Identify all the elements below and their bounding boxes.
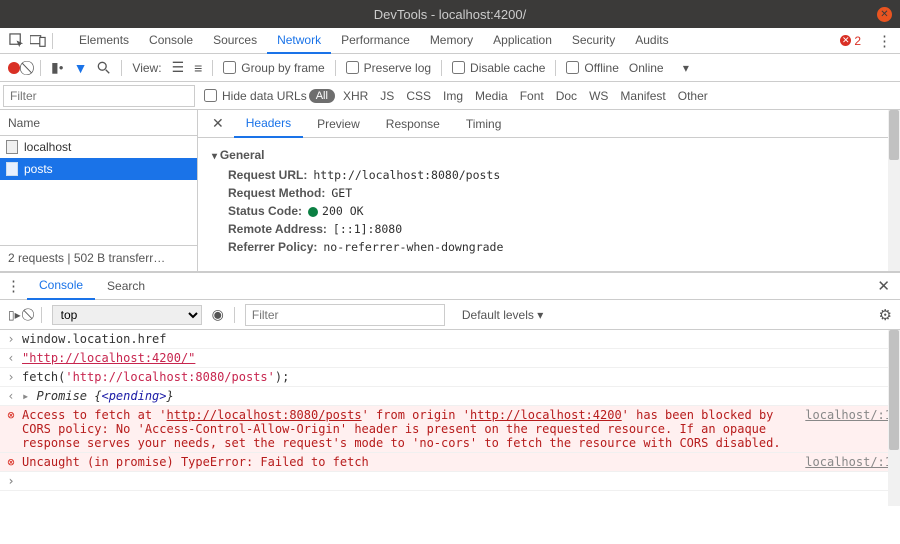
console-line[interactable]: ›window.location.href xyxy=(0,330,900,349)
group-by-frame-checkbox[interactable]: Group by frame xyxy=(223,61,324,75)
panel-tabs: Elements Console Sources Network Perform… xyxy=(69,28,679,54)
filter-ws[interactable]: WS xyxy=(583,89,614,103)
tab-timing[interactable]: Timing xyxy=(454,111,514,137)
tab-preview[interactable]: Preview xyxy=(305,111,372,137)
source-link[interactable]: localhost/:1 xyxy=(805,408,892,422)
drawer-close-icon[interactable]: ✕ xyxy=(873,277,894,295)
tab-headers[interactable]: Headers xyxy=(234,110,303,138)
tab-application[interactable]: Application xyxy=(483,28,562,54)
window-title: DevTools - localhost:4200/ xyxy=(0,7,900,22)
document-icon xyxy=(6,162,18,176)
view-large-icon[interactable]: ☰ xyxy=(172,59,185,76)
filter-font[interactable]: Font xyxy=(514,89,550,103)
filter-all[interactable]: All xyxy=(309,89,335,103)
request-detail: ✕ Headers Preview Response Timing Genera… xyxy=(198,110,900,271)
request-name: posts xyxy=(24,162,53,176)
status-code: Status Code:200 OK xyxy=(228,204,886,218)
source-link[interactable]: localhost/:1 xyxy=(805,455,892,469)
filter-xhr[interactable]: XHR xyxy=(337,89,374,103)
live-expression-icon[interactable]: ◉ xyxy=(212,306,224,323)
console-body: ›window.location.href ‹"http://localhost… xyxy=(0,330,900,506)
document-icon xyxy=(6,140,18,154)
window-close-button[interactable]: ✕ xyxy=(877,7,892,22)
offline-checkbox[interactable]: Offline xyxy=(566,61,618,75)
console-line[interactable]: ‹"http://localhost:4200/" xyxy=(0,349,900,368)
hide-data-urls-checkbox[interactable]: Hide data URLs xyxy=(204,89,307,103)
throttle-select[interactable]: Online ▾ xyxy=(629,61,689,75)
filter-toggle-icon[interactable]: ▼ xyxy=(74,60,88,76)
request-list: Name localhost posts 2 requests | 502 B … xyxy=(0,110,198,271)
filter-other[interactable]: Other xyxy=(672,89,714,103)
drawer-more-icon[interactable]: ⋮ xyxy=(6,277,21,295)
filter-img[interactable]: Img xyxy=(437,89,469,103)
more-menu-icon[interactable]: ⋮ xyxy=(877,32,892,50)
filter-media[interactable]: Media xyxy=(469,89,514,103)
search-icon[interactable] xyxy=(97,61,111,75)
request-row[interactable]: posts xyxy=(0,158,197,180)
tab-audits[interactable]: Audits xyxy=(625,28,678,54)
drawer-tabs: ⋮ Console Search ✕ xyxy=(0,272,900,300)
record-button[interactable] xyxy=(8,62,20,74)
view-small-icon[interactable]: ≡ xyxy=(194,60,202,76)
tab-memory[interactable]: Memory xyxy=(420,28,483,54)
view-label: View: xyxy=(132,61,161,75)
console-line[interactable]: ›fetch('http://localhost:8080/posts'); xyxy=(0,368,900,387)
tab-network[interactable]: Network xyxy=(267,28,331,54)
drawer-tab-search[interactable]: Search xyxy=(95,273,157,299)
main-toolbar: Elements Console Sources Network Perform… xyxy=(0,28,900,54)
remote-address: Remote Address:[::1]:8080 xyxy=(228,222,886,236)
drawer-tab-console[interactable]: Console xyxy=(27,272,95,300)
context-select[interactable]: top xyxy=(52,305,202,325)
status-dot-icon xyxy=(308,207,318,217)
network-split: Name localhost posts 2 requests | 502 B … xyxy=(0,110,900,272)
filter-doc[interactable]: Doc xyxy=(550,89,583,103)
tab-sources[interactable]: Sources xyxy=(203,28,267,54)
detail-body: General Request URL:http://localhost:808… xyxy=(198,138,900,271)
section-general[interactable]: General xyxy=(212,148,886,162)
console-settings-icon[interactable]: ⚙ xyxy=(879,306,892,324)
close-detail-icon[interactable]: ✕ xyxy=(204,111,232,136)
detail-tabs: ✕ Headers Preview Response Timing xyxy=(198,110,900,138)
tab-elements[interactable]: Elements xyxy=(69,28,139,54)
tab-console[interactable]: Console xyxy=(139,28,203,54)
filter-input[interactable] xyxy=(3,85,195,107)
request-name: localhost xyxy=(24,140,71,154)
console-prompt[interactable]: › xyxy=(0,472,900,491)
inspect-icon[interactable] xyxy=(8,33,24,49)
camera-icon[interactable]: ▮● xyxy=(51,59,64,76)
window-titlebar: DevTools - localhost:4200/ ✕ xyxy=(0,0,900,28)
filter-js[interactable]: JS xyxy=(374,89,400,103)
request-row[interactable]: localhost xyxy=(0,136,197,158)
console-error[interactable]: ⊗Access to fetch at 'http://localhost:80… xyxy=(0,406,900,453)
network-filter-bar: Hide data URLs All XHR JS CSS Img Media … xyxy=(0,82,900,110)
request-method: Request Method:GET xyxy=(228,186,886,200)
console-filter-input[interactable] xyxy=(245,304,445,326)
tab-response[interactable]: Response xyxy=(374,111,452,137)
request-url: Request URL:http://localhost:8080/posts xyxy=(228,168,886,182)
console-sidebar-icon[interactable]: ▯▸ xyxy=(8,308,21,322)
scrollbar[interactable] xyxy=(888,330,900,506)
console-toolbar: ▯▸ ⃠ top ◉ Default levels ▾ ⚙ xyxy=(0,300,900,330)
filter-manifest[interactable]: Manifest xyxy=(614,89,671,103)
preserve-log-checkbox[interactable]: Preserve log xyxy=(346,61,431,75)
referrer-policy: Referrer Policy:no-referrer-when-downgra… xyxy=(228,240,886,254)
separator xyxy=(52,33,53,49)
name-column-header[interactable]: Name xyxy=(0,110,197,136)
device-toggle-icon[interactable] xyxy=(30,33,46,49)
error-count: 2 xyxy=(854,34,861,48)
network-status: 2 requests | 502 B transferr… xyxy=(0,245,197,271)
console-error[interactable]: ⊗Uncaught (in promise) TypeError: Failed… xyxy=(0,453,900,472)
tab-security[interactable]: Security xyxy=(562,28,625,54)
scrollbar[interactable] xyxy=(888,110,900,271)
network-toolbar: ⃠ ▮● ▼ View: ☰ ≡ Group by frame Preserve… xyxy=(0,54,900,82)
console-line[interactable]: ‹▸ Promise {<pending>} xyxy=(0,387,900,406)
tab-performance[interactable]: Performance xyxy=(331,28,420,54)
log-levels-select[interactable]: Default levels ▾ xyxy=(455,304,550,326)
error-indicator[interactable]: ✕2 xyxy=(840,34,861,48)
disable-cache-checkbox[interactable]: Disable cache xyxy=(452,61,545,75)
filter-css[interactable]: CSS xyxy=(400,89,437,103)
